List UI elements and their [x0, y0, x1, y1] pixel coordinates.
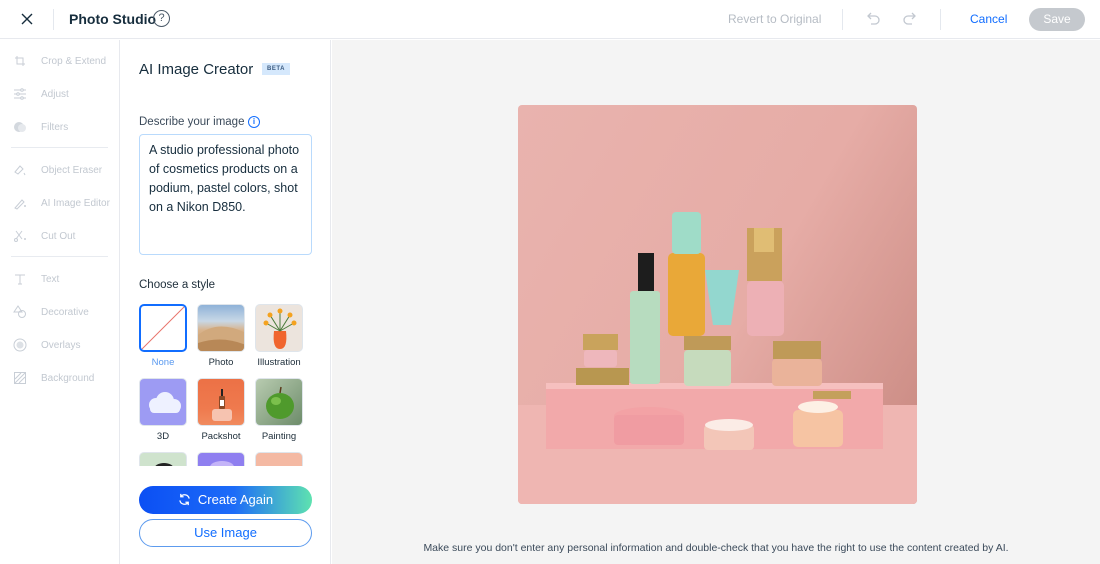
style-option-illustration[interactable]: Illustration [255, 304, 305, 368]
use-image-button[interactable]: Use Image [139, 519, 312, 547]
style-option-3d[interactable]: 3D [139, 378, 189, 442]
style-thumb [139, 452, 187, 466]
cloud-3d-image [149, 392, 181, 413]
sidebar-item-background[interactable]: Background [0, 364, 119, 392]
sidebar-item-label: Text [41, 273, 60, 285]
style-option-photo[interactable]: Photo [197, 304, 247, 368]
describe-label: Describe your image [139, 116, 245, 128]
cosmetics-image [518, 212, 917, 504]
apple-painting [266, 386, 294, 419]
style-thumb-none [139, 304, 187, 352]
packshot-image [212, 389, 232, 421]
style-name: Painting [261, 431, 297, 442]
sidebar-item-overlays[interactable]: Overlays [0, 331, 119, 359]
style-option-painting[interactable]: Painting [255, 378, 305, 442]
style-thumb [255, 452, 303, 466]
sidebar-item-ai-image-editor[interactable]: AI Image Editor [0, 189, 119, 217]
undo-icon[interactable] [864, 10, 882, 28]
divider [11, 256, 108, 257]
style-thumb-3d [139, 378, 187, 426]
divider [940, 9, 941, 30]
sidebar-item-label: Object Eraser [41, 164, 103, 176]
style-thumb-photo [197, 304, 245, 352]
style-thumb-packshot [197, 378, 245, 426]
style-thumb-illustration [255, 304, 303, 352]
divider [842, 9, 843, 30]
close-icon[interactable] [18, 10, 36, 28]
style-option-more-1[interactable] [139, 452, 189, 466]
style-option-more-3[interactable] [255, 452, 305, 466]
sidebar-item-label: Crop & Extend [41, 55, 107, 67]
overlays-icon [13, 338, 27, 352]
create-again-button[interactable]: Create Again [139, 486, 312, 514]
top-bar: Photo Studio ? Revert to Original Cancel… [0, 0, 1100, 39]
app-title: Photo Studio [69, 11, 157, 27]
no-style-icon [141, 306, 185, 350]
style-label: Choose a style [139, 279, 216, 291]
description-input[interactable] [139, 134, 312, 255]
beta-badge: BETA [262, 63, 290, 75]
tools-sidebar: Crop & Extend Adjust Filters Object Eras… [0, 40, 120, 564]
sidebar-item-decorative[interactable]: Decorative [0, 298, 119, 326]
canvas-area: Make sure you don't enter any personal i… [332, 40, 1100, 564]
ai-image-creator-panel: AI Image Creator BETA Describe your imag… [120, 40, 331, 564]
sidebar-item-filters[interactable]: Filters [0, 113, 119, 141]
save-button[interactable]: Save [1029, 8, 1085, 31]
ai-disclaimer: Make sure you don't enter any personal i… [423, 542, 1009, 554]
style-name: Packshot [201, 431, 241, 442]
sidebar-item-cut-out[interactable]: Cut Out [0, 222, 119, 250]
style-name: Illustration [257, 357, 301, 368]
sidebar-item-label: AI Image Editor [41, 197, 110, 209]
create-again-label: Create Again [197, 492, 274, 507]
filters-icon [14, 122, 26, 132]
style-thumb-painting [255, 378, 303, 426]
text-icon [15, 274, 25, 285]
cancel-button[interactable]: Cancel [970, 12, 1007, 26]
help-icon[interactable]: ? [153, 10, 170, 27]
background-icon [14, 372, 26, 384]
style-option-packshot[interactable]: Packshot [197, 378, 247, 442]
eraser-icon [14, 165, 26, 176]
vase-illustration [263, 308, 297, 349]
sidebar-item-label: Overlays [41, 339, 81, 351]
style-name: Photo [208, 357, 234, 368]
sidebar-item-label: Decorative [41, 306, 89, 318]
sidebar-item-object-eraser[interactable]: Object Eraser [0, 156, 119, 184]
sidebar-item-label: Cut Out [41, 230, 76, 242]
sidebar-item-crop-extend[interactable]: Crop & Extend [0, 47, 119, 75]
divider [11, 147, 108, 148]
refresh-icon [179, 493, 190, 505]
shapes-icon [13, 305, 26, 318]
panel-title: AI Image Creator [139, 61, 254, 78]
sidebar-item-label: Background [41, 372, 95, 384]
sliders-icon [14, 88, 26, 100]
generated-image[interactable] [518, 105, 917, 504]
style-grid: None Photo Illustration 3D Packshot Pain… [139, 304, 309, 466]
style-thumb [197, 452, 245, 466]
ai-brush-icon [14, 199, 26, 210]
sidebar-item-label: Filters [41, 121, 69, 133]
info-icon[interactable]: i [248, 116, 260, 128]
sidebar-item-text[interactable]: Text [0, 265, 119, 293]
style-name: None [151, 357, 175, 368]
revert-to-original-button[interactable]: Revert to Original [728, 12, 821, 26]
scissors-icon [14, 230, 26, 242]
redo-icon[interactable] [901, 10, 919, 28]
crop-icon [15, 56, 25, 66]
desert-image [198, 326, 244, 351]
style-name: 3D [156, 431, 170, 442]
sidebar-item-adjust[interactable]: Adjust [0, 80, 119, 108]
divider [53, 9, 54, 30]
style-option-none[interactable]: None [139, 304, 189, 368]
style-option-more-2[interactable] [197, 452, 247, 466]
sidebar-item-label: Adjust [41, 88, 69, 100]
